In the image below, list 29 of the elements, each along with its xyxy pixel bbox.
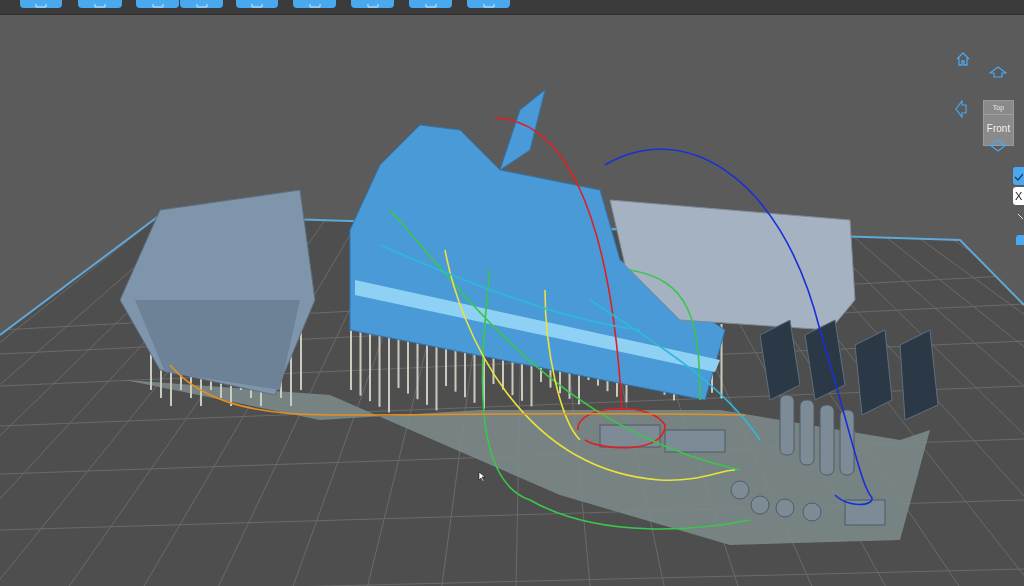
tool-icon — [151, 4, 164, 8]
toolbar-button[interactable] — [136, 0, 179, 8]
tool-icon — [366, 4, 379, 8]
arrow-up-icon[interactable] — [989, 66, 1007, 78]
tool-icon — [35, 4, 47, 8]
arrow-left-icon[interactable] — [955, 100, 967, 118]
chevron-icon[interactable] — [1018, 214, 1024, 219]
toolbar-button[interactable] — [180, 0, 223, 8]
slider-handle[interactable] — [1016, 235, 1024, 245]
arrow-down-icon[interactable] — [989, 140, 1007, 152]
toolbar-button[interactable] — [293, 0, 336, 8]
tool-icon — [94, 4, 106, 8]
cube-front-label: Front — [986, 122, 1011, 136]
toolbar-button[interactable] — [351, 0, 394, 8]
toolbar-button[interactable] — [409, 0, 452, 8]
toolbar-button[interactable] — [78, 0, 122, 8]
tool-icon — [251, 4, 263, 8]
tool-icon — [482, 4, 495, 8]
mouse-cursor-icon — [478, 471, 486, 483]
confirm-button[interactable] — [1013, 167, 1024, 185]
toolbar-button[interactable] — [20, 0, 62, 8]
tool-icon — [424, 4, 437, 8]
toolbar-button[interactable] — [467, 0, 510, 8]
home-icon[interactable] — [955, 51, 971, 67]
close-button[interactable]: X — [1013, 187, 1024, 205]
tool-icon — [195, 4, 208, 8]
toolbar-button[interactable] — [236, 0, 278, 8]
check-icon — [1014, 171, 1023, 181]
tool-icon — [308, 4, 321, 8]
